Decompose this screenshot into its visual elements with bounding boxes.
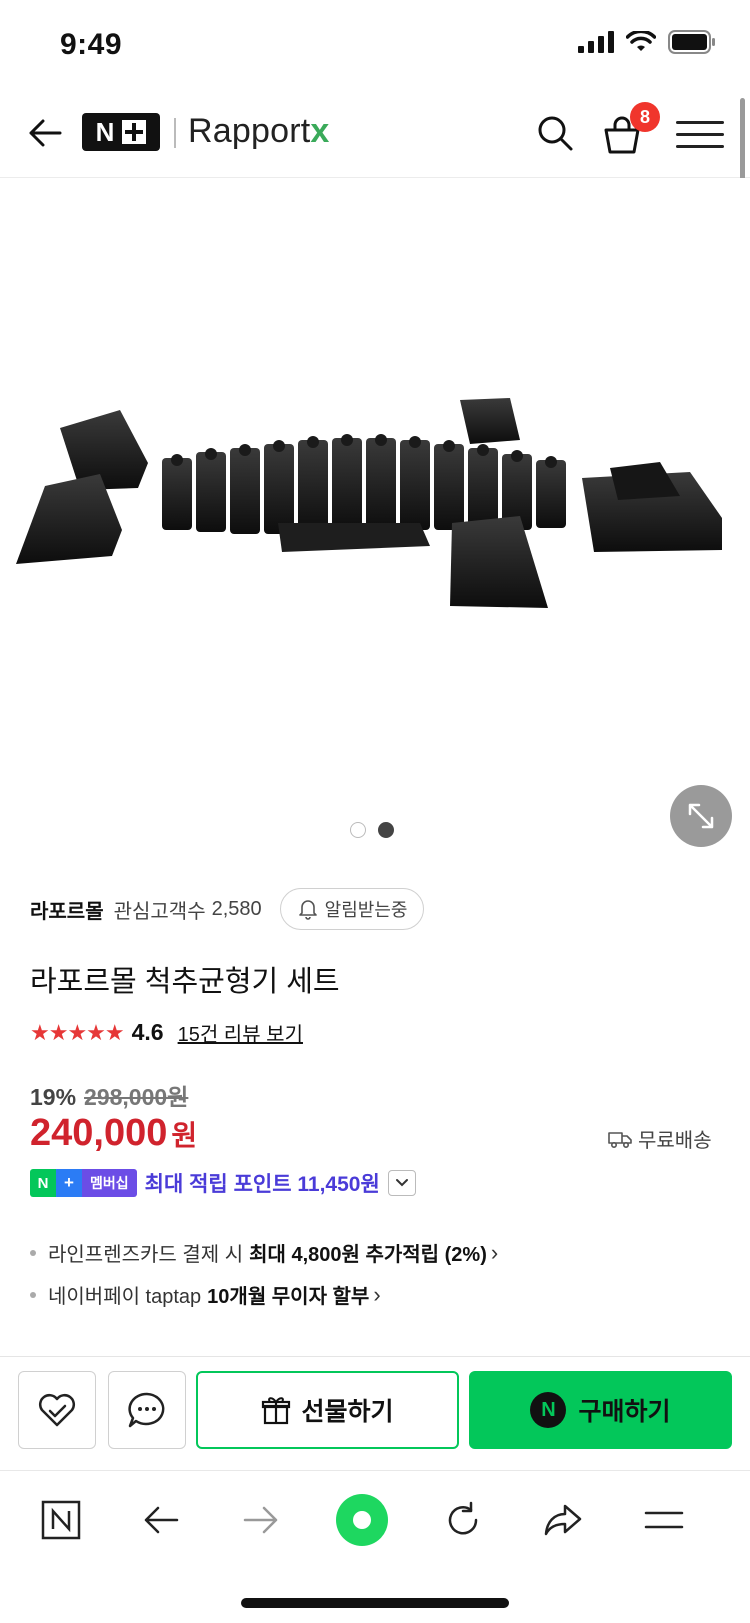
green-dot-icon [336, 1494, 388, 1546]
brand-logo[interactable]: Rapportx [188, 112, 329, 151]
chat-bubble-icon [128, 1392, 165, 1428]
menu-icon-line [676, 144, 724, 148]
buy-label: 구매하기 [578, 1398, 671, 1426]
arrow-left-icon [29, 119, 62, 147]
shipping-label: 무료배송 [638, 1130, 712, 1152]
browser-back-button[interactable] [134, 1493, 188, 1547]
follower-count: 2,580 [211, 897, 262, 920]
benefit-highlight: 10개월 무이자 할부 [207, 1286, 370, 1308]
reload-button[interactable] [436, 1493, 490, 1547]
wifi-icon [626, 31, 656, 51]
sale-price: 240,000 [30, 1112, 168, 1154]
reviews-link[interactable]: 15건 리뷰 보기 [178, 1018, 303, 1047]
status-time: 9:49 [60, 28, 123, 61]
product-image[interactable] [0, 178, 750, 858]
benefit-highlight: 최대 4,800원 추가적립 (2%) [249, 1244, 487, 1266]
pagination-dot[interactable] [350, 822, 366, 838]
gift-icon [262, 1397, 291, 1425]
price-row: 240,000 원 [30, 1112, 197, 1155]
signal-icon [578, 31, 614, 53]
expand-icon [688, 803, 714, 829]
membership-row: N + 멤버십 최대 적립 포인트 11,450원 [30, 1168, 416, 1198]
benefit-installment[interactable]: 네이버페이 taptap 10개월 무이자 할부 › [30, 1280, 381, 1309]
membership-badge-label: 멤버십 [82, 1169, 137, 1197]
chevron-right-icon: › [490, 1239, 499, 1265]
benefit-prefix: 네이버페이 taptap [48, 1286, 202, 1308]
seller-name[interactable]: 라포르몰 [30, 895, 104, 924]
seller-row: 라포르몰 관심고객수 2,580 알림받는중 [30, 886, 425, 932]
product-photo [16, 398, 722, 608]
product-title: 라포르몰 척추균형기 세트 [30, 966, 340, 998]
arrow-left-icon [144, 1506, 179, 1534]
naver-n-icon: N [530, 1392, 567, 1428]
rating-value: 4.6 [131, 1019, 164, 1045]
chevron-down-icon [395, 1179, 408, 1187]
gift-button[interactable]: 선물하기 [196, 1371, 459, 1449]
logo-n: N [95, 116, 115, 147]
logo-divider [174, 118, 176, 148]
rating-stars-icon: ★★★★★ [30, 1019, 125, 1045]
expand-image-button[interactable] [670, 785, 732, 847]
search-icon [538, 116, 573, 151]
wishlist-button[interactable] [18, 1371, 96, 1449]
status-bar: 9:49 [0, 0, 750, 90]
back-button[interactable] [22, 110, 68, 156]
discount-row: 19% 298,000원 [30, 1078, 188, 1112]
battery-icon [668, 30, 715, 54]
points-expand-button[interactable] [387, 1170, 416, 1196]
status-icons [578, 30, 716, 54]
naver-plus-logo[interactable]: N [82, 113, 160, 151]
browser-forward-button[interactable] [234, 1493, 288, 1547]
purchase-action-bar: 선물하기 N 구매하기 [0, 1356, 750, 1470]
bullet [30, 1291, 36, 1298]
notify-label: 알림받는중 [324, 900, 408, 920]
gift-label: 선물하기 [301, 1398, 394, 1426]
bullet [30, 1249, 36, 1256]
menu-icon [644, 1511, 684, 1529]
reload-icon [448, 1501, 478, 1535]
menu-button[interactable] [676, 110, 724, 158]
home-indicator[interactable] [241, 1598, 509, 1608]
benefit-prefix: 라인프렌즈카드 결제 시 [48, 1244, 244, 1266]
notify-button[interactable]: 알림받는중 [279, 888, 425, 930]
price-unit: 원 [171, 1120, 198, 1151]
original-price: 298,000원 [84, 1084, 189, 1110]
share-icon [544, 1504, 582, 1536]
search-button[interactable] [530, 108, 580, 158]
shipping-info: 무료배송 [608, 1124, 712, 1153]
arrow-right-icon [243, 1506, 278, 1534]
menu-icon-line [676, 132, 724, 136]
max-points-text: 최대 적립 포인트 11,450원 [144, 1173, 380, 1196]
pagination-dot-active[interactable] [378, 822, 394, 838]
green-dot-button[interactable] [335, 1493, 389, 1547]
membership-badge-plus: + [56, 1169, 82, 1197]
discount-rate: 19% [30, 1084, 77, 1110]
browser-menu-button[interactable] [637, 1493, 691, 1547]
membership-badge-n: N [30, 1169, 56, 1197]
naver-n-icon [41, 1500, 81, 1540]
naver-home-button[interactable] [34, 1493, 88, 1547]
cart-button[interactable]: 8 [600, 102, 660, 162]
rating-row: ★★★★★ 4.6 15건 리뷰 보기 [30, 1018, 303, 1047]
heart-check-icon [39, 1394, 75, 1427]
image-pagination-dots [350, 822, 394, 838]
bell-check-icon [298, 900, 317, 920]
brand-suffix: x [310, 112, 330, 150]
truck-icon [608, 1131, 632, 1148]
chevron-right-icon: › [373, 1281, 381, 1307]
cart-count-badge: 8 [630, 102, 660, 132]
plus-icon [122, 120, 147, 144]
top-header: N Rapportx 8 [0, 90, 750, 178]
talk-button[interactable] [108, 1371, 186, 1449]
brand-name: Rapport [188, 112, 311, 150]
share-button[interactable] [536, 1493, 590, 1547]
follower-label: 관심고객수 [113, 900, 206, 923]
buy-button[interactable]: N 구매하기 [469, 1371, 732, 1449]
benefit-card-points[interactable]: 라인프렌즈카드 결제 시 최대 4,800원 추가적립 (2%) › [30, 1238, 498, 1267]
membership-badge: N + 멤버십 [30, 1169, 137, 1197]
menu-icon [676, 120, 724, 124]
